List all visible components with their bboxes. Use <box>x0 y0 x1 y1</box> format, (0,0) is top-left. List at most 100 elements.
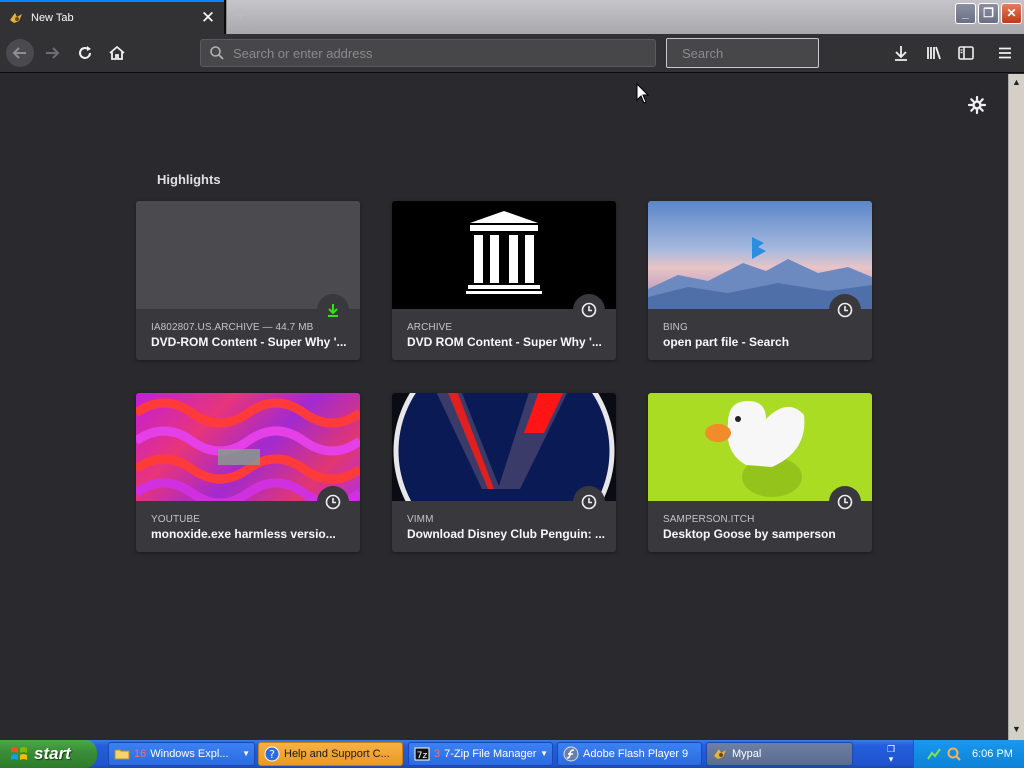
highlight-card-archive[interactable]: ARCHIVE DVD ROM Content - Super Why '... <box>392 201 616 360</box>
card-meta: IA802807.US.ARCHIVE — 44.7 MB <box>151 322 314 333</box>
folder-icon <box>114 749 130 760</box>
search-input[interactable] <box>682 45 858 61</box>
taskbar-clock: 6:06 PM <box>972 748 1013 760</box>
task-mypal[interactable]: Mypal <box>706 742 853 766</box>
card-title: monoxide.exe harmless versio... <box>151 527 336 541</box>
system-tray: 6:06 PM <box>913 740 1024 768</box>
bing-mountain-image <box>648 237 872 309</box>
card-meta: YOUTUBE <box>151 514 201 525</box>
reload-icon <box>79 46 91 59</box>
task-label: Adobe Flash Player 9 <box>583 748 689 760</box>
window-caption[interactable]: _ ❐ ✕ <box>226 0 1024 34</box>
vimm-logo-icon <box>393 393 615 501</box>
card-thumbnail <box>648 393 872 501</box>
downloads-button[interactable] <box>887 39 915 67</box>
highlight-card-youtube[interactable]: YOUTUBE monoxide.exe harmless versio... <box>136 393 360 552</box>
card-thumbnail <box>392 393 616 501</box>
card-thumbnail <box>392 201 616 309</box>
tab-strip: _ ❐ ✕ New Tab ✕ + <box>0 0 1024 34</box>
arrow-right-icon <box>46 47 60 59</box>
highlight-card-vimm[interactable]: VIMM Download Disney Club Penguin: ... <box>392 393 616 552</box>
menu-button[interactable] <box>991 39 1019 67</box>
sidebar-button[interactable] <box>952 39 980 67</box>
new-tab-button[interactable]: + <box>228 4 254 30</box>
magnifier-icon[interactable] <box>946 746 962 762</box>
start-label: start <box>34 744 71 763</box>
card-thumbnail <box>136 393 360 501</box>
task-count: 3 <box>434 748 441 760</box>
minimize-button[interactable]: _ <box>955 3 976 24</box>
download-icon <box>328 304 338 317</box>
search-bar[interactable] <box>666 38 858 68</box>
vertical-scrollbar[interactable]: ▲ ▼ <box>1008 74 1024 740</box>
help-icon: ? <box>264 746 280 762</box>
card-meta: VIMM <box>407 514 434 525</box>
maximize-button[interactable]: ❐ <box>978 3 999 24</box>
monoxide-wavy-image <box>136 398 360 501</box>
customize-settings-button[interactable] <box>966 94 988 116</box>
gear-icon <box>967 95 987 115</box>
highlight-card-samperson[interactable]: SAMPERSON.ITCH Desktop Goose by samperso… <box>648 393 872 552</box>
desktop-goose-image <box>705 401 805 497</box>
forward-button[interactable] <box>38 39 66 67</box>
library-button[interactable] <box>920 39 948 67</box>
card-badge <box>829 486 861 518</box>
tab-title: New Tab <box>31 12 74 24</box>
highlight-card-ia-archive[interactable]: IA802807.US.ARCHIVE — 44.7 MB DVD-ROM Co… <box>136 201 360 360</box>
card-meta: SAMPERSON.ITCH <box>663 514 755 525</box>
highlight-card-bing[interactable]: BING open part file - Search <box>648 201 872 360</box>
highlights-heading: Highlights <box>157 172 221 187</box>
card-title: DVD-ROM Content - Super Why '... <box>151 335 347 349</box>
library-icon <box>927 46 941 60</box>
card-badge <box>573 294 605 326</box>
mouse-pointer-icon <box>636 83 650 104</box>
clock-icon <box>837 302 853 318</box>
tab-new-tab[interactable]: New Tab ✕ <box>0 0 224 34</box>
card-thumbnail <box>648 201 872 309</box>
task-label: Windows Expl... <box>150 748 229 760</box>
windows-logo-icon <box>11 747 27 760</box>
card-title: Desktop Goose by samperson <box>663 527 836 541</box>
tab-close-icon[interactable]: ✕ <box>198 8 218 28</box>
clock-icon <box>325 494 341 510</box>
task-windows-explorer[interactable]: 16 Windows Expl... ▼ <box>108 742 255 766</box>
clock-icon <box>581 494 597 510</box>
navigation-toolbar <box>0 34 1024 73</box>
svg-text:?: ? <box>269 748 275 761</box>
address-input[interactable] <box>233 45 655 61</box>
task-flash-player[interactable]: Adobe Flash Player 9 <box>557 742 702 766</box>
back-button[interactable] <box>6 39 34 67</box>
mypal-favicon-icon <box>10 13 22 23</box>
arrow-left-icon <box>12 47 26 59</box>
card-title: Download Disney Club Penguin: ... <box>407 527 605 541</box>
chevron-down-icon: ▼ <box>540 749 548 758</box>
windows-taskbar: start 16 Windows Expl... ▼ ? Help and Su… <box>0 740 1024 768</box>
address-bar[interactable] <box>200 39 656 67</box>
reload-button[interactable] <box>71 39 99 67</box>
scroll-down-icon[interactable]: ▼ <box>1012 724 1021 734</box>
mypal-icon <box>714 749 726 759</box>
close-window-button[interactable]: ✕ <box>1001 3 1022 24</box>
svg-text:7z: 7z <box>417 751 428 761</box>
card-title: open part file - Search <box>663 335 790 349</box>
task-label: Mypal <box>732 748 762 760</box>
home-button[interactable] <box>103 39 131 67</box>
network-icon[interactable] <box>926 746 942 762</box>
card-title: DVD ROM Content - Super Why '... <box>407 335 602 349</box>
task-7zip[interactable]: 7z 3 7-Zip File Manager ▼ <box>408 742 553 766</box>
card-badge <box>829 294 861 326</box>
card-badge <box>317 486 349 518</box>
hamburger-menu-icon <box>999 47 1011 59</box>
home-icon <box>109 45 125 60</box>
download-icon <box>895 46 907 61</box>
internet-archive-logo-icon <box>466 211 542 294</box>
task-count: 16 <box>134 748 147 760</box>
card-badge <box>317 294 349 326</box>
task-overflow-button[interactable]: ❐ ▾ <box>884 744 898 764</box>
clock-icon <box>837 494 853 510</box>
task-help-and-support[interactable]: ? Help and Support C... <box>258 742 403 766</box>
card-meta: ARCHIVE <box>407 322 453 333</box>
clock-icon <box>581 302 597 318</box>
scroll-up-icon[interactable]: ▲ <box>1012 77 1021 87</box>
start-button[interactable]: start <box>0 740 97 768</box>
